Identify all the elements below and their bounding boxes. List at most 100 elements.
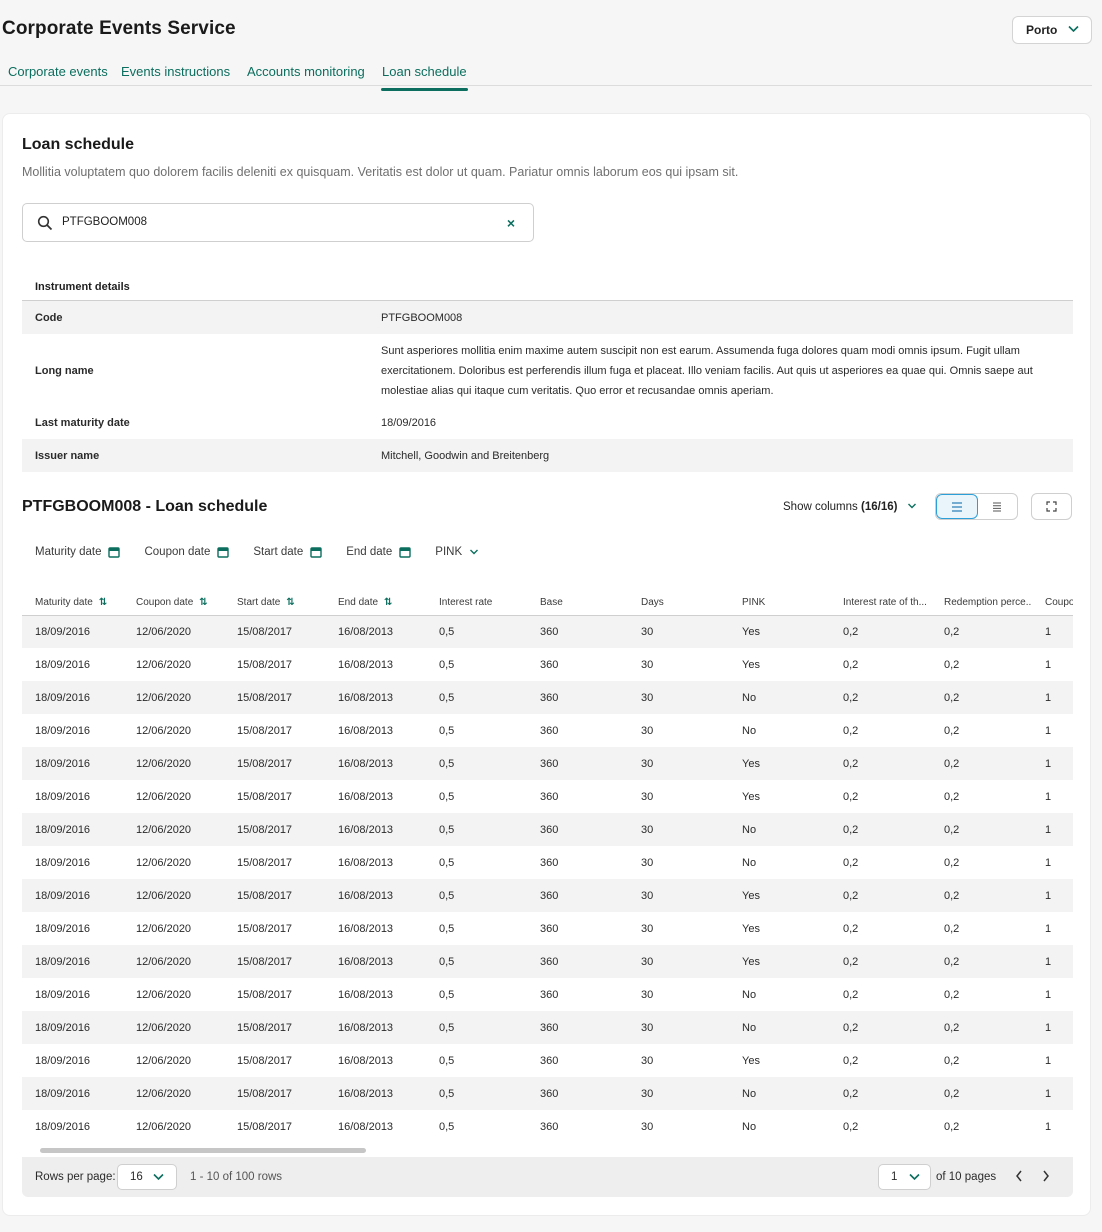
table-row[interactable]: 18/09/2016 12/06/2020 15/08/2017 16/08/2013… [22,879,1073,912]
chevron-down-icon [907,503,916,509]
table-cell: 16/08/2013 [325,615,426,648]
column-header-interest-rate-of-the[interactable]: Interest rate of th... [830,591,931,616]
table-cell: 30 [628,813,729,846]
table-row[interactable]: 18/09/2016 12/06/2020 15/08/2017 16/08/2013… [22,945,1073,978]
tab-events-instructions[interactable]: Events instructions [121,64,230,79]
table-row[interactable]: 18/09/2016 12/06/2020 15/08/2017 16/08/2013… [22,1077,1073,1110]
table-cell: 1 [1032,681,1073,714]
table-cell: 360 [527,813,628,846]
column-header-base[interactable]: Base [527,591,628,616]
list-comfortable-icon [951,501,962,512]
sort-icon[interactable]: ⇅ [286,597,294,608]
table-row[interactable]: 18/09/2016 12/06/2020 15/08/2017 16/08/2013… [22,648,1073,681]
table-cell: 12/06/2020 [123,945,224,978]
table-cell: 15/08/2017 [224,1077,325,1110]
table-cell: 0,5 [426,615,527,648]
table-cell: Yes [729,615,830,648]
filter-maturity-date[interactable]: Maturity date [35,546,121,558]
table-row[interactable]: 18/09/2016 12/06/2020 15/08/2017 16/08/2013… [22,747,1073,780]
tab-corporate-events[interactable]: Corporate events [8,64,108,79]
table-row[interactable]: 18/09/2016 12/06/2020 15/08/2017 16/08/2013… [22,846,1073,879]
table-row[interactable]: 18/09/2016 12/06/2020 15/08/2017 16/08/2013… [22,1011,1073,1044]
table-cell: 1 [1032,615,1073,648]
table-cell: 1 [1032,1011,1073,1044]
table-cell: 0,2 [944,724,960,737]
chevron-right-icon[interactable] [1041,1169,1051,1183]
table-cell: 1 [1032,945,1073,978]
table-cell: 16/08/2013 [325,681,426,714]
page-select[interactable]: 1 [878,1164,931,1190]
table-cell: 12/06/2020 [123,615,224,648]
table-cell: 360 [540,922,559,935]
sort-icon[interactable]: ⇅ [199,597,207,608]
column-header-end-date[interactable]: End date ⇅ [325,591,426,616]
app-title: Corporate Events Service [2,18,236,39]
table-row[interactable]: 18/09/2016 12/06/2020 15/08/2017 16/08/2013… [22,780,1073,813]
column-header-maturity-date[interactable]: Maturity date ⇅ [22,591,123,616]
clear-icon[interactable]: × [507,215,515,231]
table-cell: 0,2 [944,988,960,1001]
filter-bar: Maturity date Coupon date Start date End… [35,546,503,558]
rows-per-page-select[interactable]: 16 [117,1164,177,1190]
tab-loan-schedule[interactable]: Loan schedule [381,64,468,91]
table-cell: 1 [1045,1120,1052,1133]
table-cell: 18/09/2016 [35,1120,91,1133]
compact-view-button[interactable] [978,494,1018,519]
comfortable-view-button[interactable] [936,494,978,519]
table-cell: No [742,724,757,737]
table-cell: 15/08/2017 [237,988,293,1001]
table-cell: 360 [540,724,559,737]
table-cell: 360 [540,658,559,671]
table-row[interactable]: 18/09/2016 12/06/2020 15/08/2017 16/08/2013… [22,912,1073,945]
table-row[interactable]: 18/09/2016 12/06/2020 15/08/2017 16/08/2013… [22,813,1073,846]
column-header-start-date[interactable]: Start date ⇅ [224,591,325,616]
show-columns-button[interactable]: Show columns (16/16) [783,501,917,513]
loan-schedule-card: Loan schedule Mollitia voluptatem quo do… [2,113,1091,1216]
filter-pink[interactable]: PINK [435,546,479,558]
table-row[interactable]: 18/09/2016 12/06/2020 15/08/2017 16/08/2013… [22,714,1073,747]
table-cell: 0,2 [931,615,1032,648]
table-cell: Yes [729,945,830,978]
table-row[interactable]: 18/09/2016 12/06/2020 15/08/2017 16/08/2013… [22,978,1073,1011]
fullscreen-button[interactable] [1031,493,1072,520]
sort-icon[interactable]: ⇅ [99,597,107,608]
search-input[interactable]: PTFGBOOM008 × [22,203,534,242]
table-cell: No [729,681,830,714]
column-header-coupon[interactable]: Coupo [1032,591,1073,616]
filter-label: End date [346,546,393,558]
column-header-coupon-date[interactable]: Coupon date ⇅ [123,591,224,616]
table-row[interactable]: 18/09/2016 12/06/2020 15/08/2017 16/08/2013… [22,1110,1073,1143]
filter-coupon-date[interactable]: Coupon date [144,546,230,558]
detail-key: Code [35,311,63,324]
table-cell: 18/09/2016 [35,922,91,935]
column-header-days[interactable]: Days [628,591,729,616]
table-cell: 18/09/2016 [22,681,123,714]
table-cell: 18/09/2016 [22,945,123,978]
column-header-pink[interactable]: PINK [729,591,830,616]
detail-row-last-maturity-date: Last maturity date 18/09/2016 [22,407,1073,439]
chevron-down-icon [470,549,479,555]
table-row[interactable]: 18/09/2016 12/06/2020 15/08/2017 16/08/2013… [22,615,1073,648]
table-cell: 30 [641,658,654,671]
table-cell: 18/09/2016 [35,1054,91,1067]
column-header-redemption-percentage[interactable]: Redemption perce... [931,591,1032,616]
row-range: 1 - 10 of 100 rows [190,1171,283,1183]
table-cell: 15/08/2017 [237,658,293,671]
filter-end-date[interactable]: End date [346,546,411,558]
page-value: 1 [891,1171,898,1183]
list-compact-icon [993,502,1002,511]
sort-icon[interactable]: ⇅ [384,597,392,608]
table-cell: 0,2 [843,856,859,869]
tab-accounts-monitoring[interactable]: Accounts monitoring [247,64,365,79]
region-select[interactable]: Porto [1012,16,1092,44]
table-row[interactable]: 18/09/2016 12/06/2020 15/08/2017 16/08/2013… [22,1044,1073,1077]
search-icon [37,215,53,231]
horizontal-scrollbar[interactable] [40,1148,366,1153]
loan-schedule-table[interactable]: Maturity date ⇅ Coupon date ⇅ Start date ⇅ … [22,591,1073,1156]
table-row[interactable]: 18/09/2016 12/06/2020 15/08/2017 16/08/2013… [22,681,1073,714]
table-cell: Yes [742,658,760,671]
column-header-interest-rate[interactable]: Interest rate [426,591,527,616]
chevron-left-icon[interactable] [1014,1169,1024,1183]
filter-start-date[interactable]: Start date [253,546,322,558]
detail-value: Mitchell, Goodwin and Breitenberg [381,449,550,462]
